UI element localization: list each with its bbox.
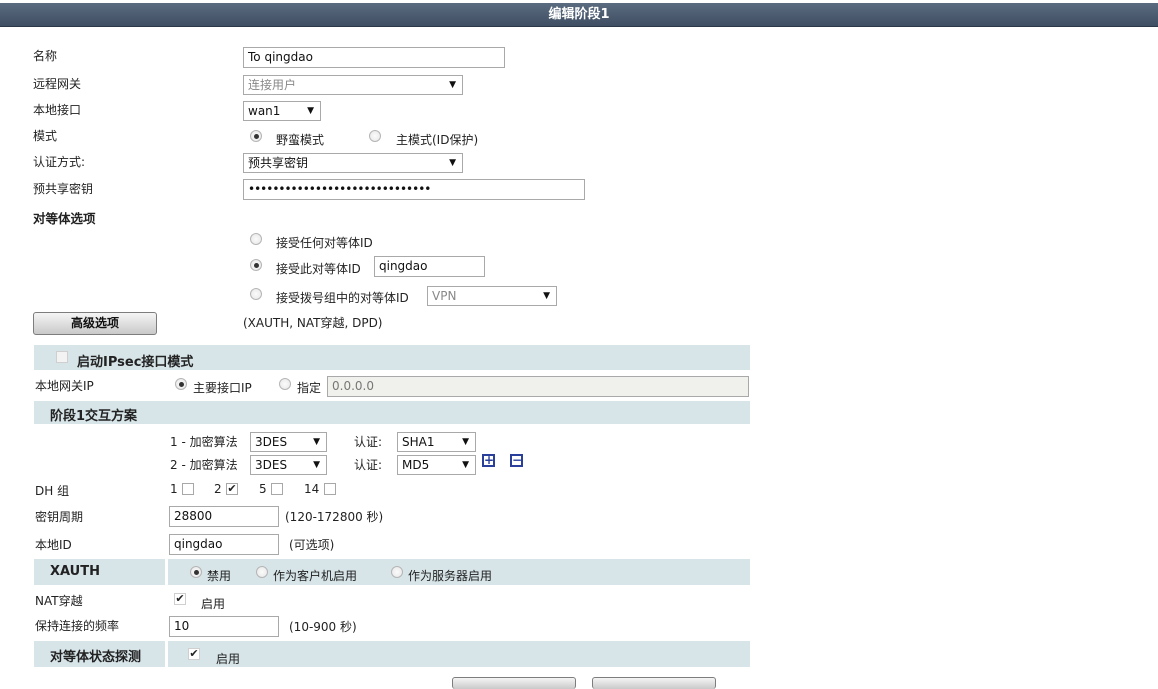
- xauth-server-radio[interactable]: [391, 566, 403, 578]
- local-gw-specify-radio[interactable]: [279, 378, 291, 390]
- keepalive-hint: (10-900 秒): [289, 620, 357, 634]
- mode-aggressive-radio[interactable]: [250, 130, 262, 142]
- window-title: 编辑阶段1: [0, 3, 1158, 27]
- chevron-down-icon: ▼: [313, 437, 320, 447]
- mode-main-label: 主模式(ID保护): [396, 133, 479, 147]
- keepalive-input[interactable]: 10: [169, 616, 279, 637]
- auth-method-value: 预共享密钥: [248, 156, 309, 170]
- remote-gateway-value: 连接用户: [248, 78, 297, 92]
- local-interface-select[interactable]: wan1 ▼: [243, 101, 321, 121]
- name-label: 名称: [33, 49, 58, 63]
- ipsec-mode-label: 启动IPsec接口模式: [77, 355, 194, 370]
- xauth-divider: [165, 559, 168, 585]
- proposal-2-auth-value: MD5: [402, 458, 430, 472]
- chevron-down-icon: ▼: [449, 80, 456, 90]
- dh-1-label: 1: [170, 482, 178, 496]
- xauth-label: XAUTH: [50, 564, 100, 579]
- cancel-button[interactable]: [592, 677, 716, 689]
- chevron-down-icon: ▼: [313, 460, 320, 470]
- keylife-hint: (120-172800 秒): [285, 510, 384, 524]
- xauth-server-label: 作为服务器启用: [408, 569, 493, 583]
- chevron-down-icon: ▼: [462, 437, 469, 447]
- minus-box-icon[interactable]: −: [510, 454, 523, 467]
- auth-method-select[interactable]: 预共享密钥 ▼: [243, 153, 463, 173]
- dpd-checkbox[interactable]: ✔: [188, 648, 200, 660]
- xauth-disable-label: 禁用: [207, 569, 232, 583]
- keylife-input[interactable]: 28800: [169, 506, 279, 527]
- proposal-1-auth-value: SHA1: [402, 435, 435, 449]
- dh-2-checkbox[interactable]: ✔: [226, 483, 238, 495]
- xauth-disable-radio[interactable]: [190, 566, 202, 578]
- dpd-band: [34, 641, 750, 667]
- chevron-down-icon: ▼: [307, 106, 314, 116]
- remote-gateway-label: 远程网关: [33, 77, 82, 91]
- proposal-1-label: 1 - 加密算法: [170, 435, 238, 449]
- proposal-band: [34, 401, 750, 424]
- chevron-down-icon: ▼: [543, 291, 550, 301]
- local-interface-value: wan1: [248, 104, 281, 118]
- dh-2-label: 2: [214, 482, 222, 496]
- local-gw-primary-label: 主要接口IP: [193, 381, 252, 395]
- dh-14-label: 14: [304, 482, 320, 496]
- mode-label: 模式: [33, 129, 58, 143]
- plus-box-icon[interactable]: +: [482, 454, 495, 467]
- proposal-1-enc-select[interactable]: 3DES ▼: [250, 432, 327, 452]
- ipsec-mode-checkbox[interactable]: [56, 351, 68, 363]
- psk-label: 预共享密钥: [33, 182, 94, 196]
- proposal-1-enc-value: 3DES: [255, 435, 288, 449]
- dpd-enable-label: 启用: [216, 652, 241, 666]
- accept-any-peer-label: 接受任何对等体ID: [276, 236, 373, 250]
- proposal-1-auth-select[interactable]: SHA1 ▼: [397, 432, 476, 452]
- nat-traversal-label: NAT穿越: [35, 594, 83, 608]
- chevron-down-icon: ▼: [462, 460, 469, 470]
- local-id-hint: (可选项): [289, 538, 335, 552]
- accept-this-peer-radio[interactable]: [250, 259, 262, 271]
- mode-aggressive-label: 野蛮模式: [276, 133, 325, 147]
- proposal-1-auth-label: 认证:: [354, 435, 383, 449]
- peer-options-title: 对等体选项: [33, 211, 96, 226]
- local-id-label: 本地ID: [35, 538, 72, 552]
- ok-button[interactable]: [452, 677, 576, 689]
- mode-main-radio[interactable]: [369, 130, 381, 142]
- proposal-2-auth-label: 认证:: [354, 458, 383, 472]
- accept-dialup-label: 接受拨号组中的对等体ID: [276, 291, 409, 305]
- local-gw-primary-radio[interactable]: [175, 378, 187, 390]
- proposal-2-enc-value: 3DES: [255, 458, 288, 472]
- dialup-group-select[interactable]: VPN ▼: [427, 286, 557, 306]
- advanced-hint: (XAUTH, NAT穿越, DPD): [243, 316, 383, 330]
- auth-method-label: 认证方式:: [33, 155, 86, 169]
- nat-traversal-enable-label: 启用: [201, 597, 226, 611]
- dpd-divider: [165, 641, 168, 667]
- dh-1-checkbox[interactable]: [182, 483, 194, 495]
- dh-14-checkbox[interactable]: [324, 483, 336, 495]
- nat-traversal-checkbox[interactable]: ✔: [174, 593, 186, 605]
- proposal-2-label: 2 - 加密算法: [170, 458, 238, 472]
- local-id-input[interactable]: qingdao: [169, 534, 279, 555]
- dialup-group-value: VPN: [432, 289, 457, 303]
- chevron-down-icon: ▼: [449, 158, 456, 168]
- dh-5-checkbox[interactable]: [271, 483, 283, 495]
- xauth-client-label: 作为客户机启用: [273, 569, 358, 583]
- accept-any-peer-radio[interactable]: [250, 233, 262, 245]
- keylife-label: 密钥周期: [35, 510, 84, 524]
- accept-dialup-radio[interactable]: [250, 288, 262, 300]
- dh-5-label: 5: [259, 482, 267, 496]
- accept-this-peer-label: 接受此对等体ID: [276, 262, 361, 276]
- peer-id-input[interactable]: qingdao: [374, 256, 485, 277]
- remote-gateway-select[interactable]: 连接用户 ▼: [243, 75, 463, 95]
- local-gw-specify-label: 指定: [297, 381, 322, 395]
- proposal-2-auth-select[interactable]: MD5 ▼: [397, 455, 476, 475]
- psk-input[interactable]: ••••••••••••••••••••••••••••••: [243, 179, 585, 200]
- dpd-label: 对等体状态探测: [50, 650, 142, 665]
- local-gw-ip-input[interactable]: 0.0.0.0: [327, 376, 749, 397]
- local-interface-label: 本地接口: [33, 103, 82, 117]
- name-input[interactable]: To qingdao: [243, 47, 505, 68]
- proposal-title: 阶段1交互方案: [50, 409, 138, 424]
- keepalive-label: 保持连接的频率: [35, 619, 120, 633]
- dh-group-label: DH 组: [35, 484, 70, 498]
- xauth-client-radio[interactable]: [256, 566, 268, 578]
- proposal-2-enc-select[interactable]: 3DES ▼: [250, 455, 327, 475]
- advanced-options-button[interactable]: 高级选项: [33, 312, 157, 335]
- local-gateway-label: 本地网关IP: [35, 379, 94, 393]
